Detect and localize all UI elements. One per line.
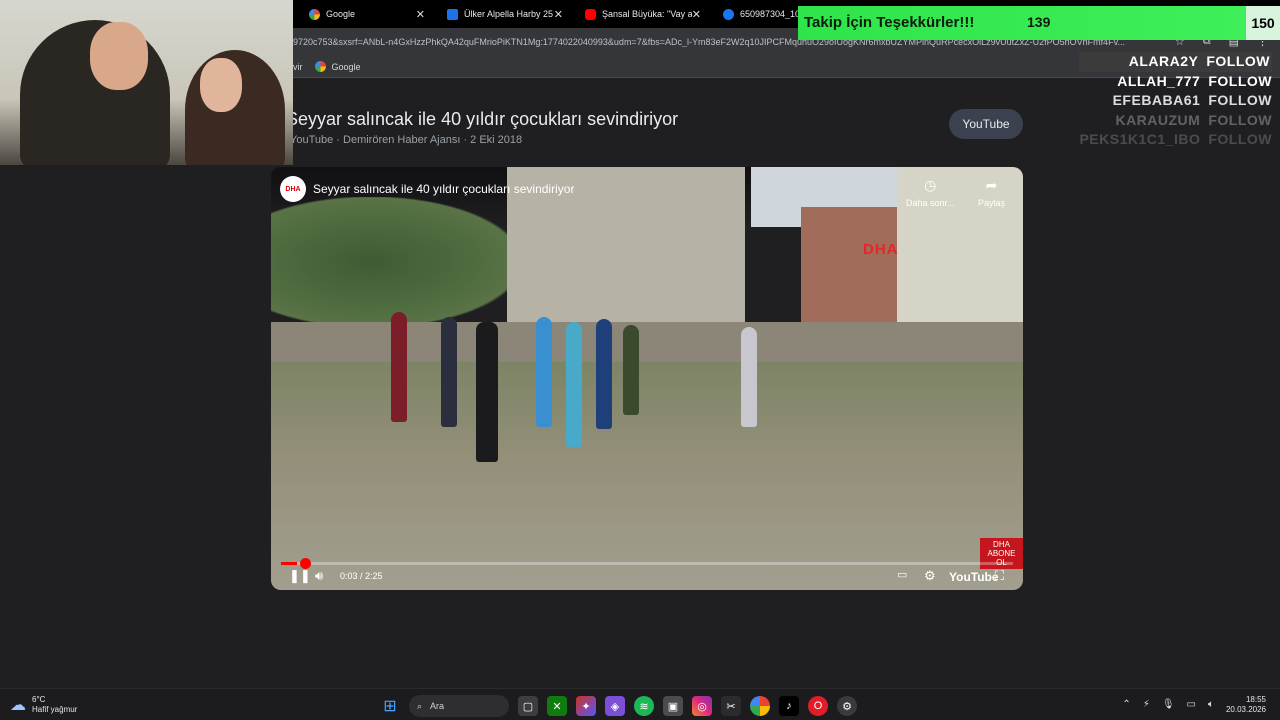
follower-name: PEKS1K1C1_IBO bbox=[1079, 131, 1201, 148]
task-view-icon[interactable]: ▢ bbox=[518, 696, 538, 716]
clock-icon: ◷ bbox=[924, 177, 937, 193]
follower-name: ALARA2Y bbox=[1128, 53, 1199, 69]
webcam-overlay bbox=[0, 0, 293, 165]
fullscreen-icon[interactable]: ⛶ bbox=[995, 568, 1004, 584]
follow-goal-banner: Takip İçin Teşekkürler!!! 139 150 bbox=[798, 6, 1280, 40]
windows-taskbar: ☁ 6°C Hafif yağmur ⊞ ⌕ Ara ▢ ✕ ✦ ◈ ≋ ▣ ◎… bbox=[0, 688, 1280, 720]
captions-icon[interactable]: ▭ bbox=[897, 568, 907, 581]
share-icon: ➦ bbox=[985, 177, 998, 193]
video-time: 0:03 / 2:25 bbox=[340, 571, 383, 581]
tab-sansal[interactable]: Şansal Büyüka: "Vay anası ✕ bbox=[569, 0, 707, 28]
facebook-icon bbox=[723, 8, 734, 20]
opera-icon[interactable]: O bbox=[808, 696, 828, 716]
close-icon[interactable]: ✕ bbox=[554, 8, 563, 21]
clock[interactable]: 18:55 20.03.2026 bbox=[1226, 695, 1266, 715]
follower-row: KARAUZUM FOLLOW bbox=[1079, 111, 1272, 131]
follow-banner-title: Takip İçin Teşekkürler!!! bbox=[804, 14, 975, 31]
close-icon[interactable]: ✕ bbox=[692, 8, 701, 21]
follower-action: FOLLOW bbox=[1208, 72, 1272, 89]
store-icon[interactable]: ▣ bbox=[663, 696, 683, 716]
progress-fill bbox=[281, 562, 297, 565]
video-progress-bar[interactable] bbox=[281, 558, 1013, 569]
streamer-woman-face bbox=[200, 58, 242, 112]
video-scene-wall bbox=[271, 322, 1023, 362]
google-icon bbox=[309, 8, 320, 20]
instagram-icon[interactable]: ◎ bbox=[692, 696, 712, 716]
follow-goal: 150 bbox=[1246, 6, 1280, 40]
video-scene-ground bbox=[271, 362, 1023, 590]
youtube-logo[interactable]: YouTube bbox=[949, 570, 999, 584]
video-title[interactable]: Seyyar salıncak ile 40 yıldır çocukları … bbox=[313, 182, 574, 196]
video-scene-child bbox=[741, 327, 757, 427]
watch-later-button[interactable]: ◷ Daha sonr... bbox=[906, 177, 955, 208]
follower-action: FOLLOW bbox=[1208, 131, 1272, 148]
close-icon[interactable]: ✕ bbox=[416, 8, 425, 21]
video-scene-child bbox=[566, 322, 582, 447]
streamer-man-face bbox=[90, 22, 148, 90]
settings-gear-icon[interactable]: ⚙ bbox=[924, 568, 936, 584]
display-icon[interactable]: ▭ bbox=[1187, 699, 1196, 710]
follow-count: 139 bbox=[1027, 14, 1051, 30]
rain-cloud-icon: ☁ bbox=[10, 697, 26, 714]
video-scene-child bbox=[596, 319, 612, 429]
volume-icon[interactable]: 🔊︎ bbox=[315, 568, 323, 584]
video-scene-trees bbox=[271, 197, 521, 327]
network-icon[interactable]: ⚡︎ bbox=[1143, 699, 1150, 710]
video-scene-child bbox=[623, 325, 639, 415]
system-tray: ⌃ ⚡︎ 🎙︎ ▭ 🔈︎ bbox=[1122, 699, 1214, 710]
settings-gear-icon[interactable]: ⚙ bbox=[837, 696, 857, 716]
video-scene-child bbox=[441, 317, 457, 427]
channel-avatar[interactable]: DHA bbox=[280, 176, 306, 202]
video-player[interactable]: DHA Seyyar salıncak ile 40 yıldır çocukl… bbox=[271, 167, 1023, 590]
youtube-source-button[interactable]: YouTube bbox=[949, 109, 1023, 139]
capcut-icon[interactable]: ✂ bbox=[721, 696, 741, 716]
desktop: Google ✕ Ülker Alpella Harby 25 gr ✕ Şan… bbox=[0, 0, 1280, 720]
tab-ulker[interactable]: Ülker Alpella Harby 25 gr ✕ bbox=[431, 0, 569, 28]
tab-google[interactable]: Google ✕ bbox=[293, 0, 431, 28]
xbox-icon[interactable]: ✕ bbox=[547, 696, 567, 716]
site-icon bbox=[447, 8, 458, 20]
follower-row: ALLAH_777 FOLLOW bbox=[1079, 72, 1272, 92]
microphone-icon[interactable]: 🎙︎ bbox=[1162, 699, 1175, 710]
follower-row: ALARA2Y FOLLOW bbox=[1079, 52, 1272, 72]
follower-name: ALLAH_777 bbox=[1117, 72, 1201, 89]
follower-row: PEKS1K1C1_IBO FOLLOW bbox=[1079, 130, 1272, 150]
taskbar-apps: ⊞ ⌕ Ara ▢ ✕ ✦ ◈ ≋ ▣ ◎ ✂ ♪ O ⚙ bbox=[380, 695, 857, 717]
follower-action: FOLLOW bbox=[1208, 92, 1272, 109]
windows-start-icon[interactable]: ⊞ bbox=[380, 696, 400, 716]
bookmark-item[interactable]: vir bbox=[293, 62, 303, 72]
weather-widget[interactable]: ☁ 6°C Hafif yağmur bbox=[10, 695, 77, 715]
follower-action: FOLLOW bbox=[1206, 53, 1270, 69]
pause-icon[interactable]: ❚❚ bbox=[289, 568, 311, 584]
recent-followers-list: ALARA2Y FOLLOW ALLAH_777 FOLLOW EFEBABA61 FOL… bbox=[1079, 52, 1272, 150]
page-title: Seyyar salıncak ile 40 yıldır çocukları … bbox=[286, 109, 679, 129]
google-icon bbox=[314, 61, 326, 72]
photos-icon[interactable]: ◈ bbox=[605, 696, 625, 716]
page-subtitle: YouTube · Demirören Haber Ajansı · 2 Eki… bbox=[290, 134, 523, 146]
video-scene-child bbox=[391, 312, 407, 422]
speaker-icon[interactable]: 🔈︎ bbox=[1208, 699, 1214, 710]
follower-row: EFEBABA61 FOLLOW bbox=[1079, 91, 1272, 111]
search-icon: ⌕ bbox=[417, 700, 423, 711]
dha-watermark: DHA bbox=[863, 241, 899, 258]
taskbar-search[interactable]: ⌕ Ara bbox=[409, 695, 509, 717]
follower-action: FOLLOW bbox=[1208, 111, 1272, 128]
share-button[interactable]: ➦ Paylaş bbox=[978, 177, 1005, 208]
follower-name: KARAUZUM bbox=[1115, 111, 1201, 128]
bookmark-google[interactable]: Google bbox=[314, 61, 361, 72]
tiktok-icon[interactable]: ♪ bbox=[779, 696, 799, 716]
follower-name: EFEBABA61 bbox=[1112, 92, 1201, 109]
spotify-icon[interactable]: ≋ bbox=[634, 696, 654, 716]
youtube-icon bbox=[585, 8, 596, 20]
copilot-icon[interactable]: ✦ bbox=[576, 696, 596, 716]
chevron-up-icon[interactable]: ⌃ bbox=[1122, 699, 1130, 710]
video-scene-child bbox=[476, 322, 498, 462]
chrome-icon[interactable] bbox=[750, 696, 770, 716]
video-scene-child bbox=[536, 317, 552, 427]
